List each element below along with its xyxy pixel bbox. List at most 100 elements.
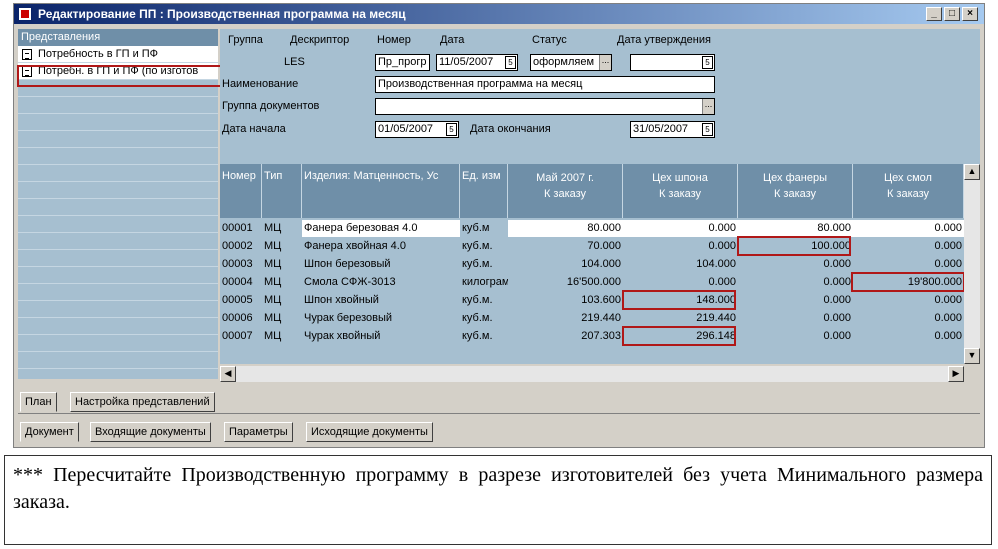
scroll-up-icon[interactable]: ▲	[964, 164, 980, 180]
date-field[interactable]: 11/05/2007 5	[436, 54, 518, 71]
calendar-icon[interactable]: 5	[702, 56, 713, 69]
close-button[interactable]: ×	[962, 7, 978, 21]
table-cell[interactable]: МЦ	[262, 256, 302, 273]
table-cell[interactable]: 0.000	[738, 256, 853, 273]
table-row[interactable]: 00003 МЦ Шпон березовый куб.м. 104.000 1…	[220, 256, 964, 273]
table-cell[interactable]: МЦ	[262, 238, 302, 255]
table-cell[interactable]: 00006	[220, 310, 262, 327]
view-item-demand[interactable]: Потребность в ГП и ПФ	[18, 46, 218, 63]
table-cell[interactable]: 00007	[220, 328, 262, 345]
table-cell[interactable]: Шпон березовый	[302, 256, 460, 273]
col-header-type[interactable]: Тип	[262, 164, 302, 218]
table-cell[interactable]: 103.600	[508, 292, 623, 309]
start-date-field[interactable]: 01/05/2007 5	[375, 121, 459, 138]
tab-plan[interactable]: План	[20, 392, 57, 412]
col-header-plywood[interactable]: Цех фанеры К заказу	[738, 164, 853, 218]
highlight-frame	[622, 326, 736, 346]
table-cell[interactable]: Фанера хвойная 4.0	[302, 238, 460, 255]
table-row[interactable]: 00002 МЦ Фанера хвойная 4.0 куб.м. 70.00…	[220, 238, 964, 255]
table-cell[interactable]: Чурак березовый	[302, 310, 460, 327]
tab-outgoing-documents[interactable]: Исходящие документы	[306, 422, 433, 442]
table-cell[interactable]: 16'500.000	[508, 274, 623, 291]
table-cell[interactable]: куб.м.	[460, 238, 508, 255]
col-header-number[interactable]: Номер	[220, 164, 262, 218]
table-cell[interactable]: Фанера березовая 4.0	[302, 220, 460, 237]
vertical-scrollbar[interactable]: ▲ ▼	[964, 164, 980, 364]
table-cell[interactable]: 0.000	[853, 328, 964, 345]
table-cell[interactable]: МЦ	[262, 328, 302, 345]
scroll-down-icon[interactable]: ▼	[964, 348, 980, 364]
ellipsis-button[interactable]: ...	[702, 99, 714, 114]
tab-parameters[interactable]: Параметры	[224, 422, 293, 442]
table-cell[interactable]: 0.000	[738, 310, 853, 327]
table-cell[interactable]: 219.440	[623, 310, 738, 327]
col-header-unit[interactable]: Ед. изм	[460, 164, 508, 218]
table-cell[interactable]: 207.303	[508, 328, 623, 345]
table-cell[interactable]: куб.м	[460, 220, 508, 237]
table-cell[interactable]: 0.000	[623, 220, 738, 237]
table-cell[interactable]: Чурак хвойный	[302, 328, 460, 345]
date-label: Дата	[440, 34, 465, 46]
main-window: Редактирование ПП : Производственная про…	[13, 3, 985, 448]
table-cell[interactable]: 00004	[220, 274, 262, 291]
calendar-icon[interactable]: 5	[702, 123, 713, 136]
tab-incoming-documents[interactable]: Входящие документы	[90, 422, 211, 442]
table-cell[interactable]: МЦ	[262, 220, 302, 237]
table-cell[interactable]: Смола СФЖ-3013	[302, 274, 460, 291]
minimize-button[interactable]: _	[926, 7, 942, 21]
table-cell[interactable]: 0.000	[738, 328, 853, 345]
table-row[interactable]: 00006 МЦ Чурак березовый куб.м. 219.440 …	[220, 310, 964, 327]
table-cell[interactable]: 00001	[220, 220, 262, 237]
col-header-item[interactable]: Изделия: Матценность, Ус	[302, 164, 460, 218]
approval-date-field[interactable]: 5	[630, 54, 715, 71]
table-cell[interactable]: килограм	[460, 274, 508, 291]
table-row[interactable]: 00005 МЦ Шпон хвойный куб.м. 103.600 148…	[220, 292, 964, 309]
tab-view-settings[interactable]: Настройка представлений	[70, 392, 215, 412]
end-date-field[interactable]: 31/05/2007 5	[630, 121, 715, 138]
table-cell[interactable]: куб.м.	[460, 328, 508, 345]
table-cell[interactable]: 80.000	[738, 220, 853, 237]
number-field[interactable]: Пр_прогр	[375, 54, 430, 71]
scroll-right-icon[interactable]: ▶	[948, 366, 964, 382]
horizontal-scrollbar[interactable]: ◀ ▶	[220, 366, 964, 382]
doc-group-field[interactable]: ...	[375, 98, 715, 115]
table-cell[interactable]: 104.000	[623, 256, 738, 273]
table-cell[interactable]: 0.000	[623, 238, 738, 255]
table-cell[interactable]: 00003	[220, 256, 262, 273]
table-cell[interactable]: 0.000	[738, 274, 853, 291]
maximize-button[interactable]: □	[944, 7, 960, 21]
table-cell[interactable]: МЦ	[262, 292, 302, 309]
table-cell[interactable]: 80.000	[508, 220, 623, 237]
table-cell[interactable]: 0.000	[853, 292, 964, 309]
tab-document[interactable]: Документ	[20, 422, 79, 442]
table-cell[interactable]: 70.000	[508, 238, 623, 255]
table-cell[interactable]: МЦ	[262, 310, 302, 327]
status-field[interactable]: оформляем...	[530, 54, 612, 71]
table-cell[interactable]: 0.000	[853, 220, 964, 237]
table-cell[interactable]: МЦ	[262, 274, 302, 291]
col-header-may[interactable]: Май 2007 г. К заказу	[508, 164, 623, 218]
table-cell[interactable]: 0.000	[853, 256, 964, 273]
table-cell[interactable]: 219.440	[508, 310, 623, 327]
name-field[interactable]: Производственная программа на месяц	[375, 76, 715, 93]
table-row[interactable]: 00007 МЦ Чурак хвойный куб.м. 207.303 29…	[220, 328, 964, 345]
table-cell[interactable]: 0.000	[853, 238, 964, 255]
title-bar[interactable]: Редактирование ПП : Производственная про…	[14, 4, 984, 24]
col-header-veneer[interactable]: Цех шпона К заказу	[623, 164, 738, 218]
calendar-icon[interactable]: 5	[505, 56, 516, 69]
table-row[interactable]: 00001 МЦ Фанера березовая 4.0 куб.м 80.0…	[220, 220, 964, 237]
table-cell[interactable]: 00002	[220, 238, 262, 255]
table-cell[interactable]: куб.м.	[460, 310, 508, 327]
table-cell[interactable]: 0.000	[738, 292, 853, 309]
table-cell[interactable]: Шпон хвойный	[302, 292, 460, 309]
scroll-left-icon[interactable]: ◀	[220, 366, 236, 382]
table-cell[interactable]: 0.000	[853, 310, 964, 327]
table-cell[interactable]: куб.м.	[460, 256, 508, 273]
table-cell[interactable]: 0.000	[623, 274, 738, 291]
col-header-resin[interactable]: Цех смол К заказу	[853, 164, 964, 218]
table-cell[interactable]: 00005	[220, 292, 262, 309]
ellipsis-button[interactable]: ...	[599, 55, 611, 70]
calendar-icon[interactable]: 5	[446, 123, 457, 136]
table-cell[interactable]: куб.м.	[460, 292, 508, 309]
table-cell[interactable]: 104.000	[508, 256, 623, 273]
